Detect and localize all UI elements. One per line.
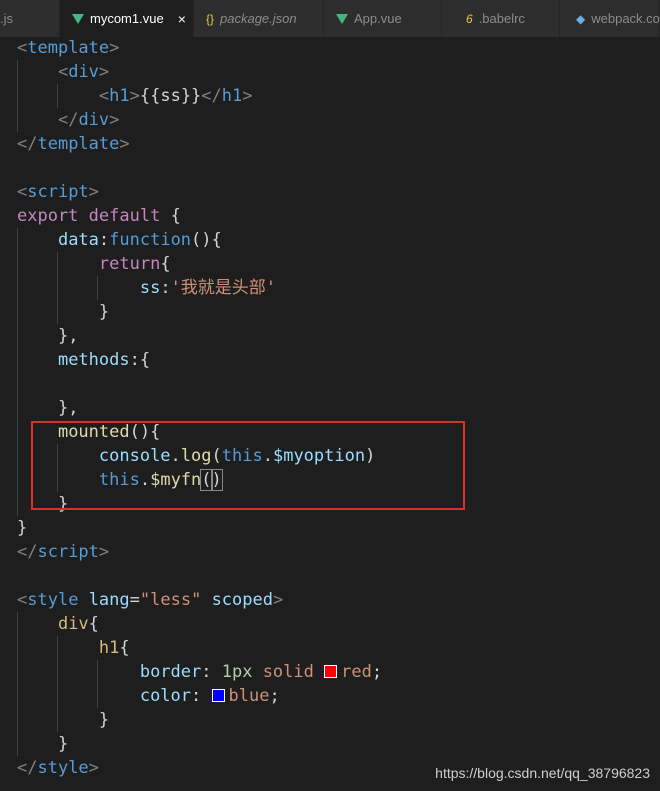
tab-label: mycom1.vue [90,11,164,26]
code-line: return{ [0,252,660,276]
code-line: } [0,732,660,756]
code-line: <style lang="less" scoped> [17,590,284,610]
code-line: }, [0,396,660,420]
tab-app-vue[interactable]: App.vue [324,0,442,37]
vue-file-icon [72,13,84,24]
code-line: methods:{ [0,348,660,372]
tab-webpack-config[interactable]: ◆ webpack.co [560,0,660,37]
json-braces-icon: {} [206,11,215,26]
code-line: div{ [0,612,660,636]
tab-label: .js [0,11,13,26]
code-line: <div> [0,60,660,84]
vue-file-icon [336,13,348,24]
code-line: h1{ [0,636,660,660]
code-line: <template> [17,38,120,58]
color-swatch-blue[interactable] [211,688,225,702]
tab-label: .babelrc [478,11,525,26]
tab-babelrc[interactable]: 6 .babelrc [442,0,560,37]
annotation-highlight-box [31,421,465,510]
close-icon[interactable]: × [178,11,186,27]
code-line: export default { [17,206,181,226]
code-line: ss:'我就是头部' [0,276,660,300]
code-editor[interactable]: <template> <div> <h1>{{ss}}</h1> </div> … [0,36,660,780]
code-line: data:function(){ [0,228,660,252]
code-line: color: blue; [0,684,660,708]
watermark: https://blog.csdn.net/qq_38796823 [435,765,650,781]
tab-label: App.vue [354,11,402,26]
code-line: </script> [17,542,110,562]
editor-tab-bar: .js mycom1.vue × {} package.json App.vue… [0,0,660,37]
tab-package-json[interactable]: {} package.json [194,0,324,37]
code-line: } [0,708,660,732]
webpack-cube-icon: ◆ [576,11,586,26]
code-line: } [17,518,28,538]
tab-js[interactable]: .js [0,0,60,37]
color-swatch-red[interactable] [324,664,338,678]
tab-label: package.json [220,11,297,26]
tab-label: webpack.co [591,11,660,26]
code-line: border: 1px solid red; [0,660,660,684]
code-line: </template> [17,134,130,154]
code-line: </div> [0,108,660,132]
code-line: <script> [17,182,99,202]
code-line [0,372,660,396]
babelrc-icon: 6 [466,11,473,26]
code-line: <h1>{{ss}}</h1> [0,84,660,108]
code-line: }, [0,324,660,348]
code-line: } [0,300,660,324]
tab-mycom1-vue[interactable]: mycom1.vue × [60,0,194,37]
